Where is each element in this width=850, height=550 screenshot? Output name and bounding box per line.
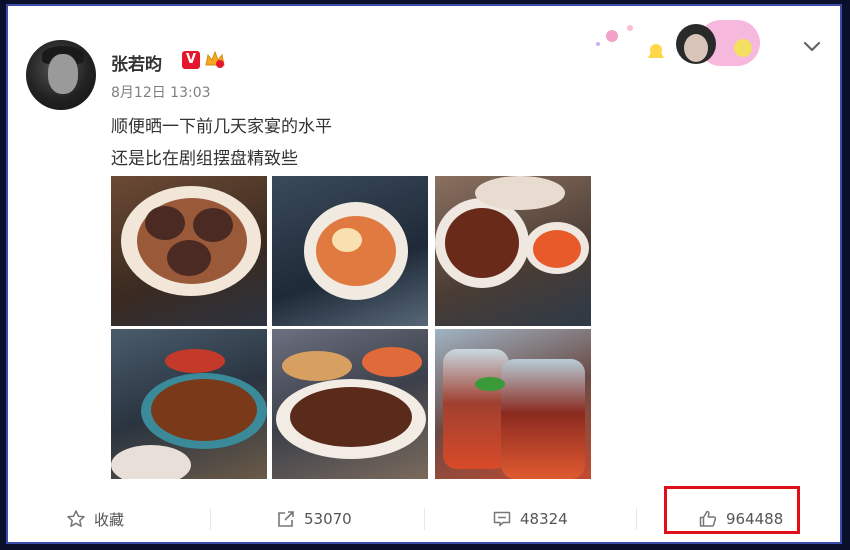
- divider: [424, 508, 425, 530]
- crown-icon: [205, 50, 225, 68]
- card-decoration-icon: [596, 20, 760, 66]
- post-timestamp[interactable]: 8月12日 13:03: [111, 82, 211, 102]
- post-photo-2[interactable]: [272, 176, 428, 326]
- divider: [636, 508, 637, 530]
- weibo-post-card: 张若昀 V 8月12日 13:03 顺便晒一下前几天家宴的水平 还是比在剧组摆盘…: [6, 4, 842, 544]
- post-photo-3[interactable]: [435, 176, 591, 326]
- post-photo-4[interactable]: [111, 329, 267, 479]
- post-photo-5[interactable]: [272, 329, 428, 479]
- post-photo-1[interactable]: [111, 176, 267, 326]
- favorite-label: 收藏: [94, 510, 125, 529]
- divider: [210, 508, 211, 530]
- comment-count: 48324: [520, 510, 568, 528]
- post-photo-6[interactable]: [435, 329, 591, 479]
- post-text-line-1: 顺便晒一下前几天家宴的水平: [111, 117, 332, 137]
- share-icon: [278, 511, 294, 527]
- comment-icon: [493, 511, 511, 527]
- comment-button[interactable]: 48324: [492, 496, 568, 542]
- like-count-highlight-box: [664, 486, 800, 534]
- post-text-line-2: 还是比在剧组摆盘精致些: [111, 149, 298, 169]
- share-button[interactable]: 53070: [276, 496, 352, 542]
- author-name[interactable]: 张若昀: [111, 50, 162, 75]
- favorite-button[interactable]: 收藏: [66, 496, 124, 542]
- author-avatar[interactable]: [26, 40, 96, 110]
- verified-badge-icon: V: [182, 51, 200, 69]
- star-icon: [67, 510, 85, 527]
- chevron-down-icon[interactable]: [800, 36, 824, 56]
- share-count: 53070: [304, 510, 352, 528]
